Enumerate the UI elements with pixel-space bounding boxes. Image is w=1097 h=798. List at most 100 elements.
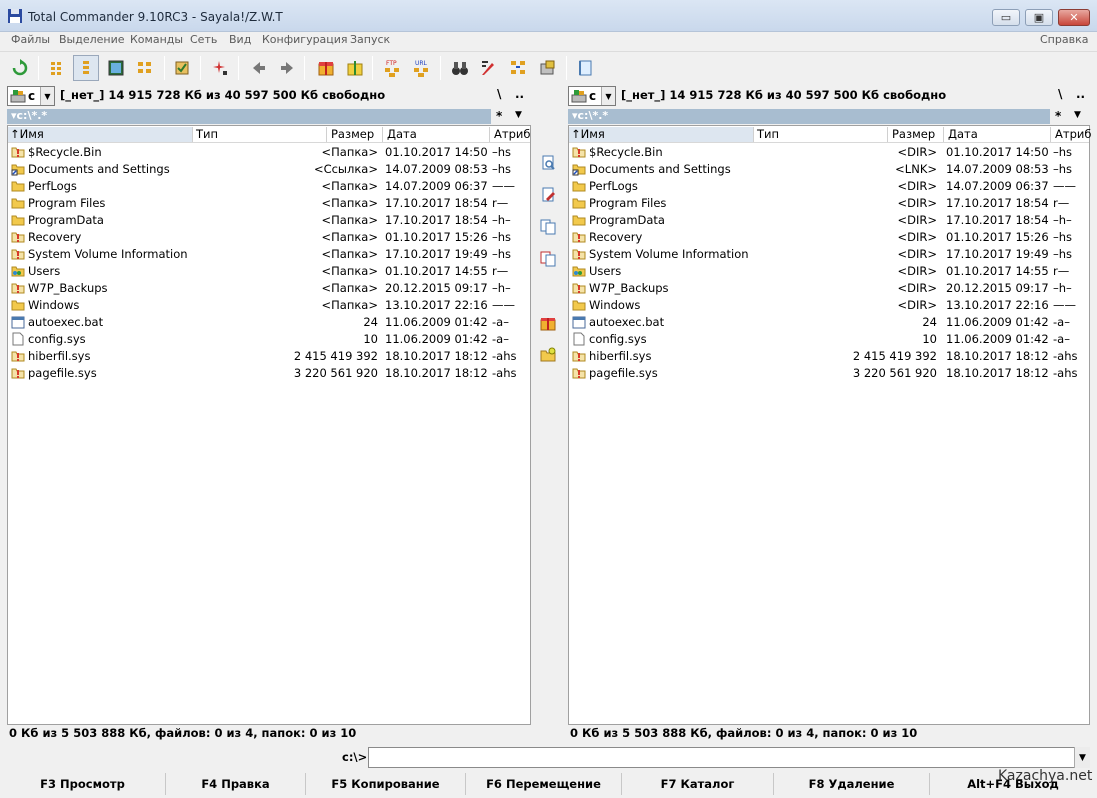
file-row[interactable]: ProgramData <Папка> 17.10.2017 18:54 –h–: [8, 212, 530, 229]
sync-dirs-button[interactable]: [505, 55, 531, 81]
file-row[interactable]: Program Files <Папка> 17.10.2017 18:54 r—: [8, 195, 530, 212]
file-row[interactable]: Documents and Settings <Ссылка> 14.07.2009…: [8, 161, 530, 178]
file-row[interactable]: hiberfil.sys 2 415 419 392 18.10.2017 18:1…: [569, 348, 1089, 365]
left-col-date[interactable]: Дата: [387, 127, 417, 141]
close-button[interactable]: ✕: [1058, 9, 1090, 26]
right-filter-star[interactable]: *: [1055, 109, 1061, 123]
pack-files-button[interactable]: [538, 313, 558, 333]
chevron-down-icon[interactable]: ▼: [515, 110, 522, 120]
pack-button[interactable]: [313, 55, 339, 81]
invert-selection-button[interactable]: [169, 55, 195, 81]
right-col-size[interactable]: Размер: [892, 127, 935, 141]
left-file-panel[interactable]: ↑Имя Тип Размер Дата Атриб $Recycle.Bin <…: [7, 125, 531, 725]
file-row[interactable]: config.sys 10 11.06.2009 01:42 -a–: [569, 331, 1089, 348]
file-name: Windows: [589, 298, 641, 312]
minimize-button[interactable]: ▭: [992, 9, 1020, 26]
file-row[interactable]: System Volume Information <Папка> 17.10.20…: [8, 246, 530, 263]
left-drive-selector[interactable]: c ▼: [7, 86, 55, 106]
file-row[interactable]: config.sys 10 11.06.2009 01:42 -a–: [8, 331, 530, 348]
file-row[interactable]: System Volume Information <DIR> 17.10.2017…: [569, 246, 1089, 263]
file-row[interactable]: Windows <DIR> 13.10.2017 22:16 ——: [569, 297, 1089, 314]
command-history-dropdown[interactable]: ▼: [1074, 747, 1090, 768]
file-attributes: ——: [1053, 179, 1076, 193]
brief-view-icon: [51, 62, 61, 75]
view-button[interactable]: [538, 153, 558, 173]
forward-button[interactable]: [274, 55, 300, 81]
menu-files[interactable]: Файлы: [11, 33, 50, 46]
file-row[interactable]: Recovery <Папка> 01.10.2017 15:26 –hs: [8, 229, 530, 246]
menu-selection[interactable]: Выделение: [59, 33, 125, 46]
left-root-button[interactable]: \: [497, 87, 501, 101]
f8-delete-button[interactable]: F8 Удаление: [774, 773, 930, 795]
right-drive-selector[interactable]: c ▼: [568, 86, 616, 106]
file-row[interactable]: Windows <Папка> 13.10.2017 22:16 ——: [8, 297, 530, 314]
left-path-bar[interactable]: ▾c:\*.*: [7, 109, 491, 124]
menu-configuration[interactable]: Конфигурация: [262, 33, 348, 46]
chevron-down-icon[interactable]: ▼: [1074, 110, 1081, 120]
file-row[interactable]: $Recycle.Bin <Папка> 01.10.2017 14:50 –hs: [8, 144, 530, 161]
file-row[interactable]: W7P_Backups <DIR> 20.12.2015 09:17 –h–: [569, 280, 1089, 297]
left-col-type[interactable]: Тип: [196, 127, 218, 141]
right-col-attr[interactable]: Атриб: [1055, 127, 1091, 141]
menu-network[interactable]: Сеть: [190, 33, 217, 46]
right-up-button[interactable]: ..: [1076, 87, 1085, 101]
file-row[interactable]: PerfLogs <Папка> 14.07.2009 06:37 ——: [8, 178, 530, 195]
left-filter-star[interactable]: *: [496, 109, 502, 123]
edit-button[interactable]: [538, 185, 558, 205]
menu-commands[interactable]: Команды: [130, 33, 183, 46]
f6-move-button[interactable]: F6 Перемещение: [466, 773, 622, 795]
file-row[interactable]: pagefile.sys 3 220 561 920 18.10.2017 18:1…: [8, 365, 530, 382]
file-row[interactable]: W7P_Backups <Папка> 20.12.2015 09:17 –h–: [8, 280, 530, 297]
move-button[interactable]: [538, 249, 558, 269]
file-row[interactable]: Users <Папка> 01.10.2017 14:55 r—: [8, 263, 530, 280]
tree-view-button[interactable]: [132, 55, 158, 81]
back-button[interactable]: [246, 55, 272, 81]
thumbnails-button[interactable]: [103, 55, 129, 81]
f7-mkdir-button[interactable]: F7 Каталог: [622, 773, 774, 795]
file-row[interactable]: pagefile.sys 3 220 561 920 18.10.2017 18:1…: [569, 365, 1089, 382]
full-view-button[interactable]: [73, 55, 99, 81]
right-col-name[interactable]: ↑Имя: [569, 127, 753, 142]
unpack-button[interactable]: [342, 55, 368, 81]
find-files-button[interactable]: [447, 55, 473, 81]
multi-rename-button[interactable]: [476, 55, 502, 81]
notepad-button[interactable]: [572, 55, 598, 81]
f5-copy-button[interactable]: F5 Копирование: [306, 773, 466, 795]
right-col-date[interactable]: Дата: [948, 127, 978, 141]
left-col-name[interactable]: ↑Имя: [8, 127, 192, 142]
f3-view-button[interactable]: F3 Просмотр: [0, 773, 166, 795]
left-col-size[interactable]: Размер: [331, 127, 374, 141]
left-up-button[interactable]: ..: [515, 87, 524, 101]
file-row[interactable]: autoexec.bat 24 11.06.2009 01:42 -a–: [8, 314, 530, 331]
file-name: pagefile.sys: [589, 366, 658, 380]
menu-launch[interactable]: Запуск: [350, 33, 390, 46]
right-path-bar[interactable]: ▾c:\*.*: [568, 109, 1050, 124]
right-file-panel[interactable]: ↑Имя Тип Размер Дата Атриб $Recycle.Bin <…: [568, 125, 1091, 725]
right-col-type[interactable]: Тип: [757, 127, 779, 141]
maximize-button[interactable]: ▣: [1025, 9, 1053, 26]
brief-view-button[interactable]: [45, 55, 71, 81]
file-row[interactable]: Users <DIR> 01.10.2017 14:55 r—: [569, 263, 1089, 280]
menu-help[interactable]: Справка: [1040, 33, 1088, 46]
file-row[interactable]: ProgramData <DIR> 17.10.2017 18:54 –h–: [569, 212, 1089, 229]
right-root-button[interactable]: \: [1058, 87, 1062, 101]
file-row[interactable]: hiberfil.sys 2 415 419 392 18.10.2017 18:1…: [8, 348, 530, 365]
file-date: 20.12.2015 09:17: [385, 281, 488, 295]
command-line-input[interactable]: [368, 747, 1090, 768]
file-row[interactable]: autoexec.bat 24 11.06.2009 01:42 -a–: [569, 314, 1089, 331]
file-row[interactable]: Program Files <DIR> 17.10.2017 18:54 r—: [569, 195, 1089, 212]
file-row[interactable]: $Recycle.Bin <DIR> 01.10.2017 14:50 –hs: [569, 144, 1089, 161]
refresh-button[interactable]: [7, 55, 33, 81]
file-row[interactable]: PerfLogs <DIR> 14.07.2009 06:37 ——: [569, 178, 1089, 195]
disk-button[interactable]: [534, 55, 560, 81]
left-col-attr[interactable]: Атриб: [494, 127, 530, 141]
url-connect-button[interactable]: URL: [409, 55, 435, 81]
new-folder-button[interactable]: [538, 345, 558, 365]
f4-edit-button[interactable]: F4 Правка: [166, 773, 306, 795]
file-row[interactable]: Recovery <DIR> 01.10.2017 15:26 –hs: [569, 229, 1089, 246]
menu-view[interactable]: Вид: [229, 33, 251, 46]
copy-button[interactable]: [538, 217, 558, 237]
compare-button[interactable]: [207, 55, 233, 81]
file-row[interactable]: Documents and Settings <LNK> 14.07.2009 08…: [569, 161, 1089, 178]
ftp-connect-button[interactable]: FTP: [380, 55, 406, 81]
